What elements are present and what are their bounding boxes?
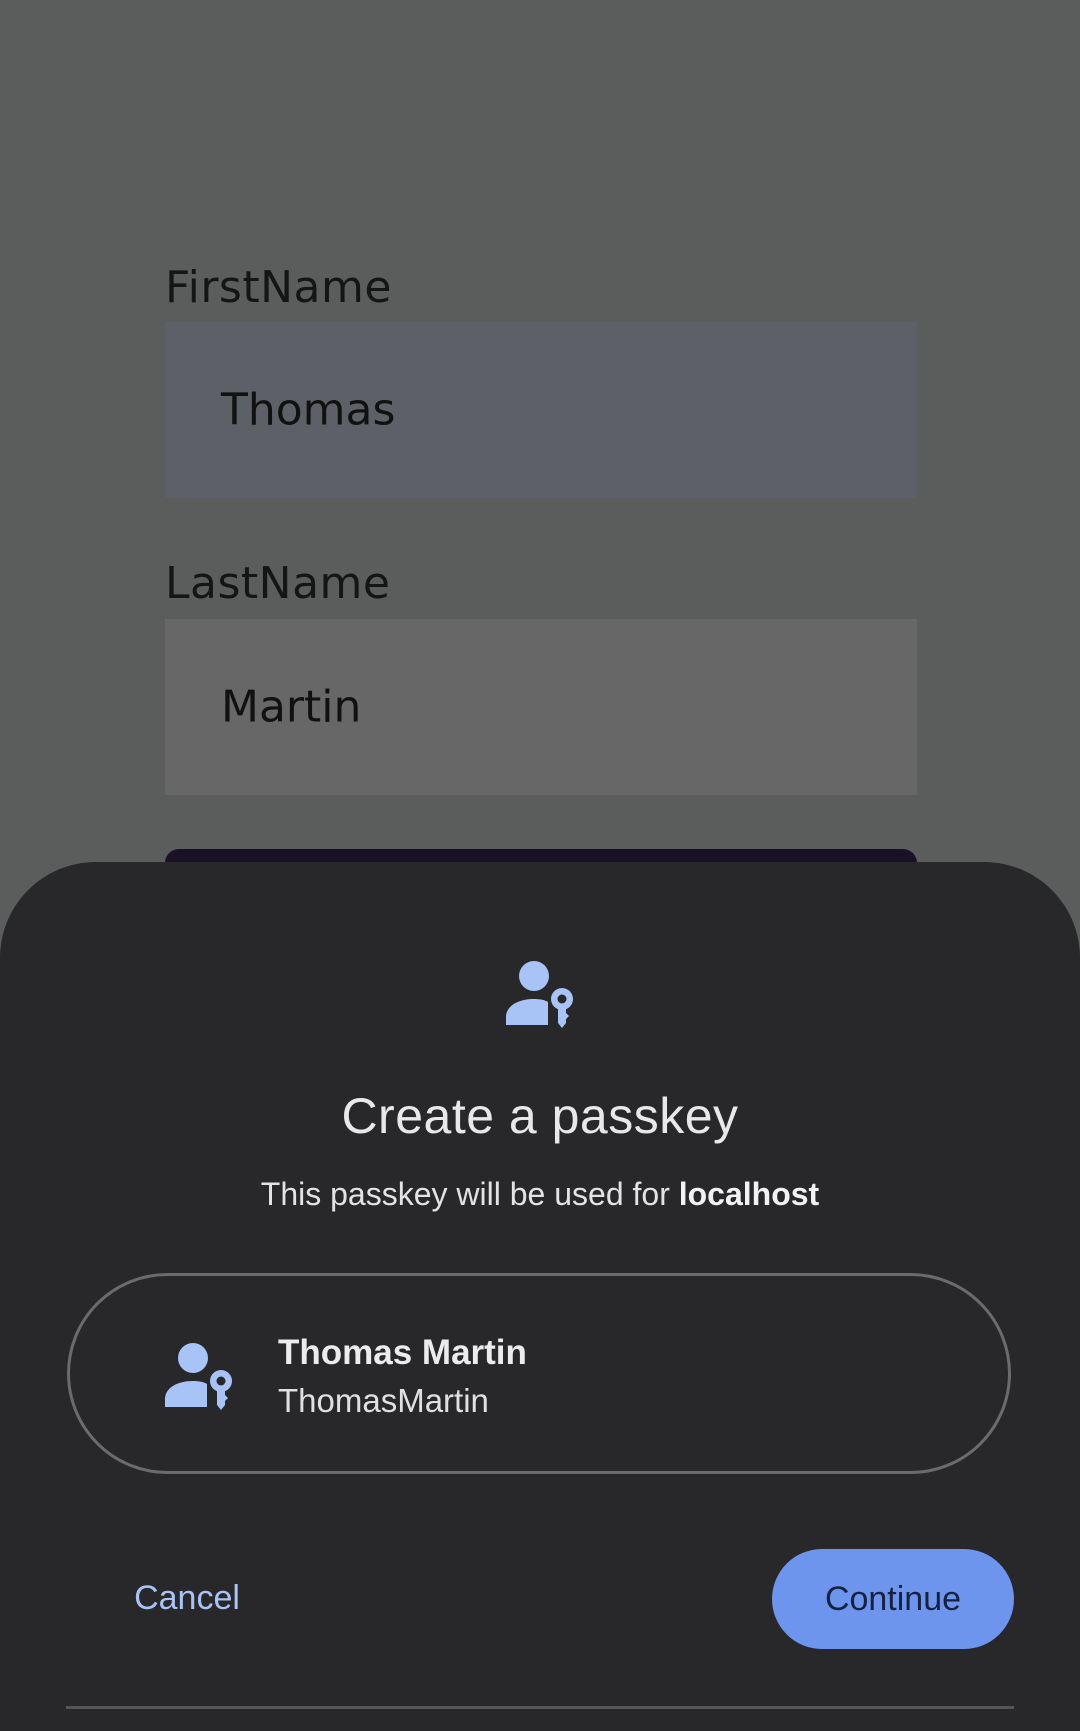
first-name-value: Thomas — [221, 384, 396, 436]
subtitle-prefix: This passkey will be used for — [260, 1176, 679, 1212]
last-name-field[interactable]: Martin — [165, 619, 917, 795]
continue-button[interactable]: Continue — [772, 1549, 1014, 1649]
first-name-field[interactable]: Thomas — [165, 322, 917, 498]
last-name-value: Martin — [221, 681, 362, 733]
account-display-name: Thomas Martin — [278, 1333, 527, 1372]
account-username: ThomasMartin — [278, 1382, 489, 1419]
passkey-icon — [506, 961, 573, 1028]
bottom-divider — [66, 1706, 1014, 1709]
sheet-subtitle: This passkey will be used for localhost — [0, 1176, 1080, 1213]
account-passkey-icon — [165, 1343, 232, 1410]
sheet-title: Create a passkey — [341, 1088, 739, 1144]
last-name-label: LastName — [165, 558, 391, 609]
first-name-label: FirstName — [165, 262, 392, 313]
cancel-button[interactable]: Cancel — [112, 1550, 262, 1646]
subtitle-domain: localhost — [678, 1176, 820, 1212]
